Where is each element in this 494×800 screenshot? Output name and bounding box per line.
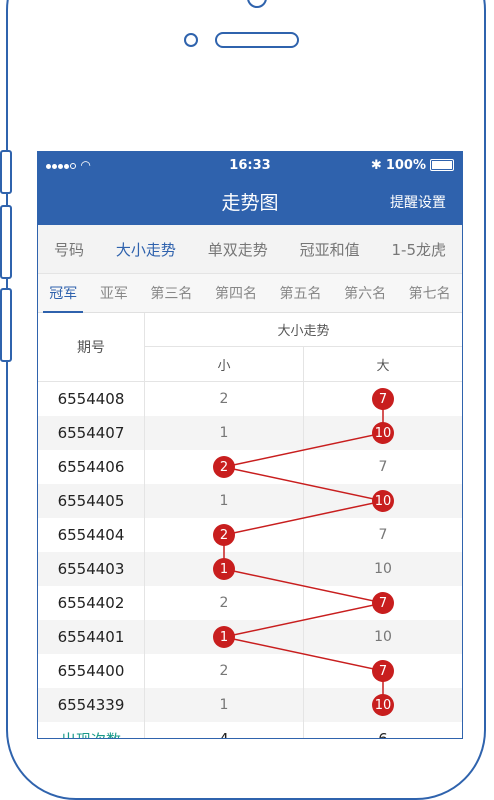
- position-tabs: 冠军 亚军 第三名 第四名 第五名 第六名 第七名: [38, 274, 462, 313]
- total-label: 出现次数: [38, 722, 145, 738]
- large-cell: 7: [304, 586, 462, 620]
- small-cell: 1: [145, 416, 304, 450]
- position-tab-fifth[interactable]: 第五名: [280, 283, 322, 303]
- large-cell: 10: [304, 484, 462, 518]
- period-cell: 6554403: [38, 552, 145, 586]
- large-header: 大: [376, 358, 390, 374]
- volume-down-button: [0, 288, 12, 362]
- small-cell: 2: [145, 382, 304, 416]
- table-row: 6554400 2 7: [38, 654, 462, 688]
- table-row: 6554403 1 10: [38, 552, 462, 586]
- hit-ball: 2: [213, 524, 235, 546]
- table-row: 6554406 2 7: [38, 450, 462, 484]
- remind-settings-button[interactable]: 提醒设置: [390, 192, 446, 212]
- small-cell: 2: [145, 518, 304, 552]
- hit-ball: 1: [213, 626, 235, 648]
- camera-icon: [247, 0, 267, 8]
- large-cell: 10: [374, 629, 392, 645]
- sensor-icon: [184, 33, 198, 47]
- period-cell: 6554400: [38, 654, 145, 688]
- table-row: 6554402 2 7: [38, 586, 462, 620]
- tab-dragon-tiger[interactable]: 1-5龙虎: [392, 239, 447, 260]
- large-cell: 10: [304, 416, 462, 450]
- tab-size-trend[interactable]: 大小走势: [116, 239, 176, 260]
- trend-table: 期号 大小走势 小 大 6554408 2 7 6554407 1 10 6554406 2 7…: [38, 313, 462, 738]
- hit-ball: 10: [372, 422, 394, 444]
- table-row: 6554405 1 10: [38, 484, 462, 518]
- hit-ball: 7: [372, 592, 394, 614]
- page-title: 走势图: [221, 192, 279, 214]
- table-body: 6554408 2 7 6554407 1 10 6554406 2 7 6554405 1 10 65…: [38, 382, 462, 722]
- status-bar: ◠ 16:33 ✱ 100%: [38, 152, 462, 178]
- app-screen: ◠ 16:33 ✱ 100% 走势图 提醒设置 号码 大小走势 单双走势 冠亚和…: [37, 151, 463, 739]
- tab-odd-even-trend[interactable]: 单双走势: [208, 239, 268, 260]
- battery-icon: [430, 159, 454, 171]
- status-time: 16:33: [229, 157, 271, 173]
- large-cell: 7: [304, 654, 462, 688]
- volume-up-button: [0, 205, 12, 279]
- table-row: 6554339 1 10: [38, 688, 462, 722]
- side-button: [0, 150, 12, 194]
- period-cell: 6554339: [38, 688, 145, 722]
- large-cell: 10: [374, 561, 392, 577]
- table-header: 期号 大小走势 小 大: [38, 313, 462, 382]
- position-tab-champion[interactable]: 冠军: [43, 283, 84, 313]
- period-cell: 6554405: [38, 484, 145, 518]
- hit-ball: 10: [372, 694, 394, 716]
- small-cell: 2: [145, 450, 304, 484]
- tab-number[interactable]: 号码: [54, 239, 84, 260]
- nav-bar: 走势图 提醒设置: [38, 178, 462, 225]
- large-cell: 7: [304, 382, 462, 416]
- small-cell: 1: [145, 620, 304, 654]
- period-header: 期号: [38, 313, 145, 381]
- position-tab-seventh[interactable]: 第七名: [409, 283, 451, 303]
- small-header: 小: [145, 347, 304, 381]
- large-cell: 7: [378, 459, 388, 475]
- total-row: 出现次数 4 6: [38, 722, 462, 738]
- hit-ball: 7: [372, 660, 394, 682]
- hit-ball: 7: [372, 388, 394, 410]
- large-cell: 10: [304, 688, 462, 722]
- hit-ball: 2: [213, 456, 235, 478]
- period-cell: 6554404: [38, 518, 145, 552]
- small-cell: 1: [145, 484, 304, 518]
- total-large: 6: [304, 722, 462, 738]
- large-cell: 7: [378, 527, 388, 543]
- small-cell: 2: [145, 586, 304, 620]
- position-tab-sixth[interactable]: 第六名: [344, 283, 386, 303]
- table-row: 6554407 1 10: [38, 416, 462, 450]
- position-tab-fourth[interactable]: 第四名: [215, 283, 257, 303]
- speaker-icon: [215, 32, 299, 48]
- hit-ball: 1: [213, 558, 235, 580]
- total-small: 4: [145, 722, 304, 738]
- hit-ball: 10: [372, 490, 394, 512]
- period-cell: 6554407: [38, 416, 145, 450]
- table-row: 6554408 2 7: [38, 382, 462, 416]
- position-tab-third[interactable]: 第三名: [150, 283, 192, 303]
- period-cell: 6554402: [38, 586, 145, 620]
- position-tab-second[interactable]: 亚军: [100, 283, 128, 303]
- tab-sum[interactable]: 冠亚和值: [300, 239, 360, 260]
- table-row: 6554401 1 10: [38, 620, 462, 654]
- group-header: 大小走势: [145, 313, 462, 347]
- period-cell: 6554401: [38, 620, 145, 654]
- small-cell: 2: [145, 654, 304, 688]
- small-cell: 1: [145, 552, 304, 586]
- table-row: 6554404 2 7: [38, 518, 462, 552]
- trend-tabs: 号码 大小走势 单双走势 冠亚和值 1-5龙虎: [38, 225, 462, 274]
- small-cell: 1: [145, 688, 304, 722]
- period-cell: 6554406: [38, 450, 145, 484]
- period-cell: 6554408: [38, 382, 145, 416]
